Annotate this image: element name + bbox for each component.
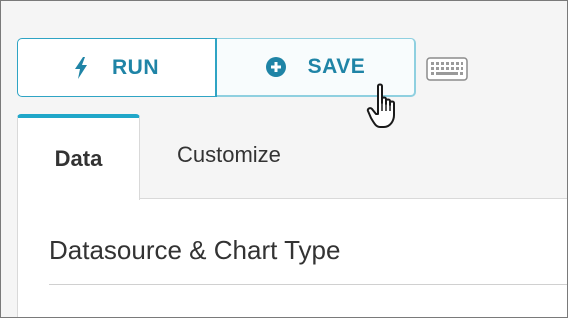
data-panel: Datasource & Chart Type bbox=[17, 199, 567, 317]
bolt-icon bbox=[74, 56, 88, 79]
run-button-label: RUN bbox=[112, 55, 159, 79]
tab-customize[interactable]: Customize bbox=[177, 142, 281, 168]
query-button-group: RUN SAVE bbox=[17, 38, 416, 97]
plus-circle-icon bbox=[265, 57, 286, 77]
run-button[interactable]: RUN bbox=[17, 38, 217, 97]
save-button-label: SAVE bbox=[307, 55, 366, 78]
explore-window: RUN SAVE Data Customize Datasource & Cha… bbox=[0, 0, 568, 318]
editor-tabs: Data Customize bbox=[17, 114, 567, 200]
tab-customize-label: Customize bbox=[177, 142, 281, 167]
tab-data-label: Data bbox=[54, 146, 103, 171]
section-title[interactable]: Datasource & Chart Type bbox=[49, 235, 340, 266]
keyboard-icon[interactable] bbox=[426, 57, 468, 86]
tab-data[interactable]: Data bbox=[17, 114, 140, 200]
section-divider bbox=[49, 284, 567, 285]
